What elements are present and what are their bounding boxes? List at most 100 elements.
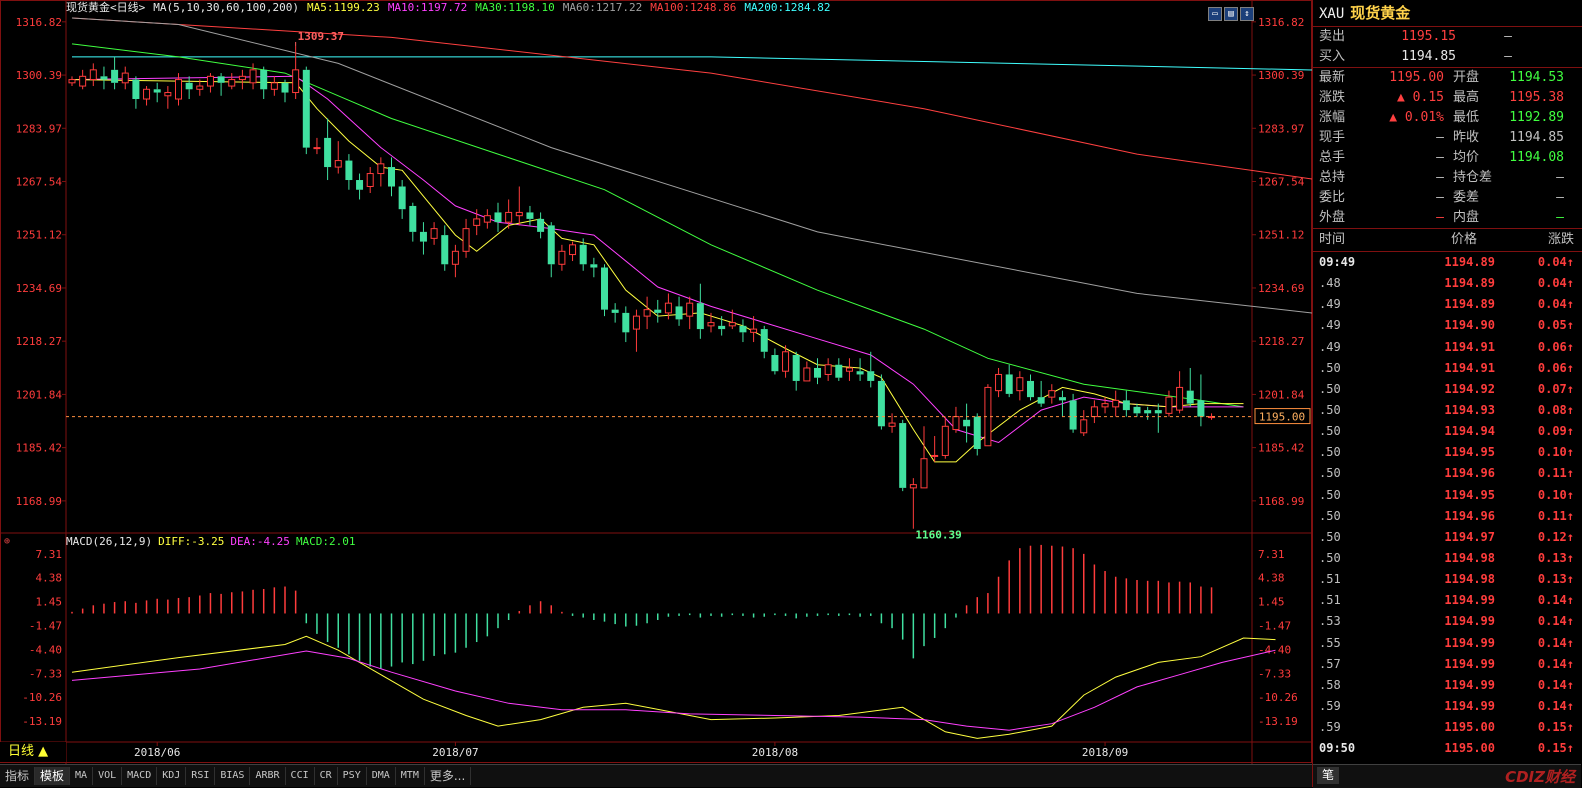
candle[interactable] [483,209,491,229]
candle[interactable] [643,296,651,330]
candle[interactable] [270,76,278,96]
candle[interactable] [1016,371,1024,401]
candle[interactable] [771,348,779,375]
candle[interactable] [451,244,459,278]
candle[interactable] [984,384,992,447]
candle[interactable] [1027,374,1034,401]
candle[interactable] [111,56,119,90]
candle[interactable] [1197,374,1205,427]
candle[interactable] [590,257,598,278]
candle[interactable] [334,141,342,174]
candle[interactable] [899,419,907,492]
candle[interactable] [1090,400,1098,424]
candle[interactable] [845,358,853,381]
indicator-tab[interactable]: MTM [396,767,425,785]
candle[interactable] [185,76,193,100]
candle[interactable] [803,361,811,382]
candle[interactable] [909,478,917,529]
candle[interactable] [941,416,949,459]
candle[interactable] [569,241,577,262]
indicator-tab[interactable]: MA [70,767,94,785]
indicator-tab[interactable]: VOL [93,767,123,785]
candle[interactable] [696,283,704,339]
candle[interactable] [164,86,172,109]
candle[interactable] [356,173,364,200]
candle[interactable] [739,319,747,343]
candle[interactable] [302,66,310,155]
candle[interactable] [792,351,800,391]
candle[interactable] [324,118,332,181]
candle[interactable] [196,79,204,96]
candle[interactable] [611,303,619,323]
candle[interactable] [601,264,608,317]
candle[interactable] [515,186,523,226]
candle[interactable] [153,82,161,103]
kline-chart[interactable]: 1316.82 1316.82 1300.39 1300.39 1283.97 1283.… [0,0,1312,787]
candle[interactable] [313,137,321,155]
candle[interactable] [973,413,981,456]
candle[interactable] [377,157,385,187]
indicator-tab[interactable]: KDJ [157,767,187,785]
candle[interactable] [1048,384,1056,404]
candle[interactable] [1122,390,1130,417]
candle[interactable] [206,73,214,93]
candle[interactable] [632,309,640,352]
candle[interactable] [686,296,694,330]
candle[interactable] [79,69,87,90]
candle[interactable] [398,180,406,219]
period-selector[interactable]: 日线 ▲ [0,742,66,762]
indicator-tab[interactable]: DMA [367,767,396,785]
candle[interactable] [537,212,545,239]
candle[interactable] [345,154,353,190]
candle[interactable] [366,167,374,193]
candle[interactable] [995,367,1003,398]
candle[interactable] [1144,406,1152,420]
candle[interactable] [877,374,885,430]
tick-mode-button[interactable]: 笔 [1317,767,1339,784]
candle[interactable] [622,306,630,343]
candle[interactable] [462,218,470,258]
indicator-tab[interactable]: BIAS [215,767,251,785]
restore-icon[interactable]: ▭ [1208,7,1222,21]
candle[interactable] [675,296,683,326]
candle[interactable] [505,199,513,229]
candle[interactable] [1080,410,1088,437]
candle[interactable] [409,202,417,242]
macd-settings-icon[interactable]: ⊕ [4,536,10,547]
candle[interactable] [249,63,257,90]
candle[interactable] [1133,403,1141,417]
candle[interactable] [281,79,289,103]
indicator-tab[interactable]: CR [315,767,338,785]
candle[interactable] [1005,364,1013,398]
tick-list[interactable]: 09:49 1194.89 0.04↑ .48 1194.89 0.04↑ .49 1194.… [1313,252,1582,759]
candle[interactable] [963,403,971,443]
indicator-tab[interactable]: CCI [286,767,315,785]
scroll-icon[interactable]: ↕ [1240,7,1254,21]
candle[interactable] [441,225,449,271]
candle[interactable] [68,76,76,87]
indicator-tab[interactable]: 模板 [35,767,71,785]
candle[interactable] [217,73,225,96]
candle[interactable] [952,406,960,433]
candle[interactable] [494,202,502,232]
candle[interactable] [419,222,427,255]
candle[interactable] [1176,371,1184,414]
candle[interactable] [1112,390,1120,417]
candle[interactable] [1058,390,1066,417]
candle[interactable] [430,222,438,245]
indicator-tab[interactable]: 指标 [0,767,36,785]
candle[interactable] [547,222,555,278]
candle[interactable] [238,69,246,90]
indicator-tab[interactable]: MACD [122,767,158,785]
candle[interactable] [100,66,108,90]
candle[interactable] [1154,403,1162,433]
indicator-tab[interactable]: RSI [186,767,216,785]
candle[interactable] [920,426,928,489]
indicator-tab[interactable]: ARBR [250,767,286,785]
candle[interactable] [132,76,140,109]
indicator-tab[interactable]: PSY [338,767,367,785]
candle[interactable] [121,66,129,90]
candle[interactable] [1037,380,1045,407]
candle[interactable] [654,299,662,323]
candle[interactable] [1186,367,1194,407]
